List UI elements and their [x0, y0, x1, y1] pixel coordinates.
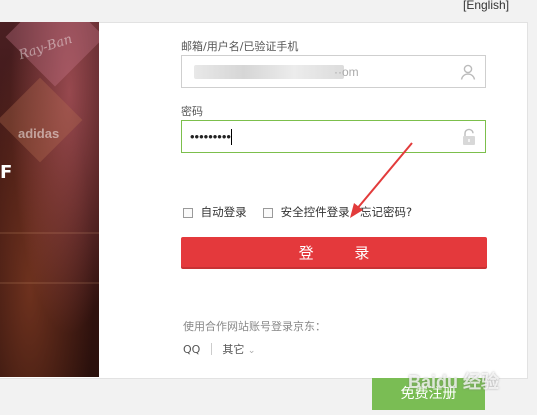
banner-mark: F — [0, 162, 13, 183]
promo-banner[interactable]: Ray-Ban adidas F — [0, 22, 99, 377]
banner-decoration — [0, 282, 99, 284]
partner-login-label: 使用合作网站账号登录京东： — [183, 320, 326, 333]
password-label: 密码 — [181, 105, 203, 118]
password-value: ••••••••• — [190, 129, 231, 144]
secure-login-label: 安全控件登录 — [280, 205, 350, 219]
other-login-dropdown[interactable]: 其它 ⌄ — [222, 343, 255, 356]
redacted-username — [194, 65, 344, 79]
password-field[interactable]: ••••••••• — [181, 120, 486, 153]
banner-brand-logo: adidas — [18, 126, 60, 141]
qq-login-link[interactable]: QQ — [183, 343, 200, 356]
annotation-arrow — [350, 142, 413, 218]
banner-decoration — [0, 232, 99, 234]
lock-icon — [461, 128, 477, 150]
username-label: 邮箱/用户名/已验证手机 — [181, 40, 299, 53]
user-icon — [459, 63, 477, 85]
english-link[interactable]: [English] — [463, 0, 509, 12]
login-button[interactable]: 登 录 — [181, 237, 487, 269]
watermark: Baidu 经验 — [408, 372, 500, 392]
divider — [210, 343, 212, 355]
banner-tile — [0, 77, 83, 163]
auto-login-label: 自动登录 — [200, 205, 247, 219]
secure-login-option[interactable]: 安全控件登录 — [263, 204, 350, 220]
auto-login-checkbox[interactable] — [183, 208, 193, 218]
chevron-down-icon: ⌄ — [247, 346, 256, 356]
username-field[interactable]: ··om — [181, 55, 486, 88]
secure-login-checkbox[interactable] — [263, 208, 273, 218]
username-value: ··om — [334, 65, 359, 79]
auto-login-option[interactable]: 自动登录 — [183, 204, 247, 220]
other-login-label: 其它 — [222, 343, 245, 356]
text-cursor — [231, 129, 232, 145]
partner-login-list: QQ 其它 ⌄ — [183, 341, 255, 357]
